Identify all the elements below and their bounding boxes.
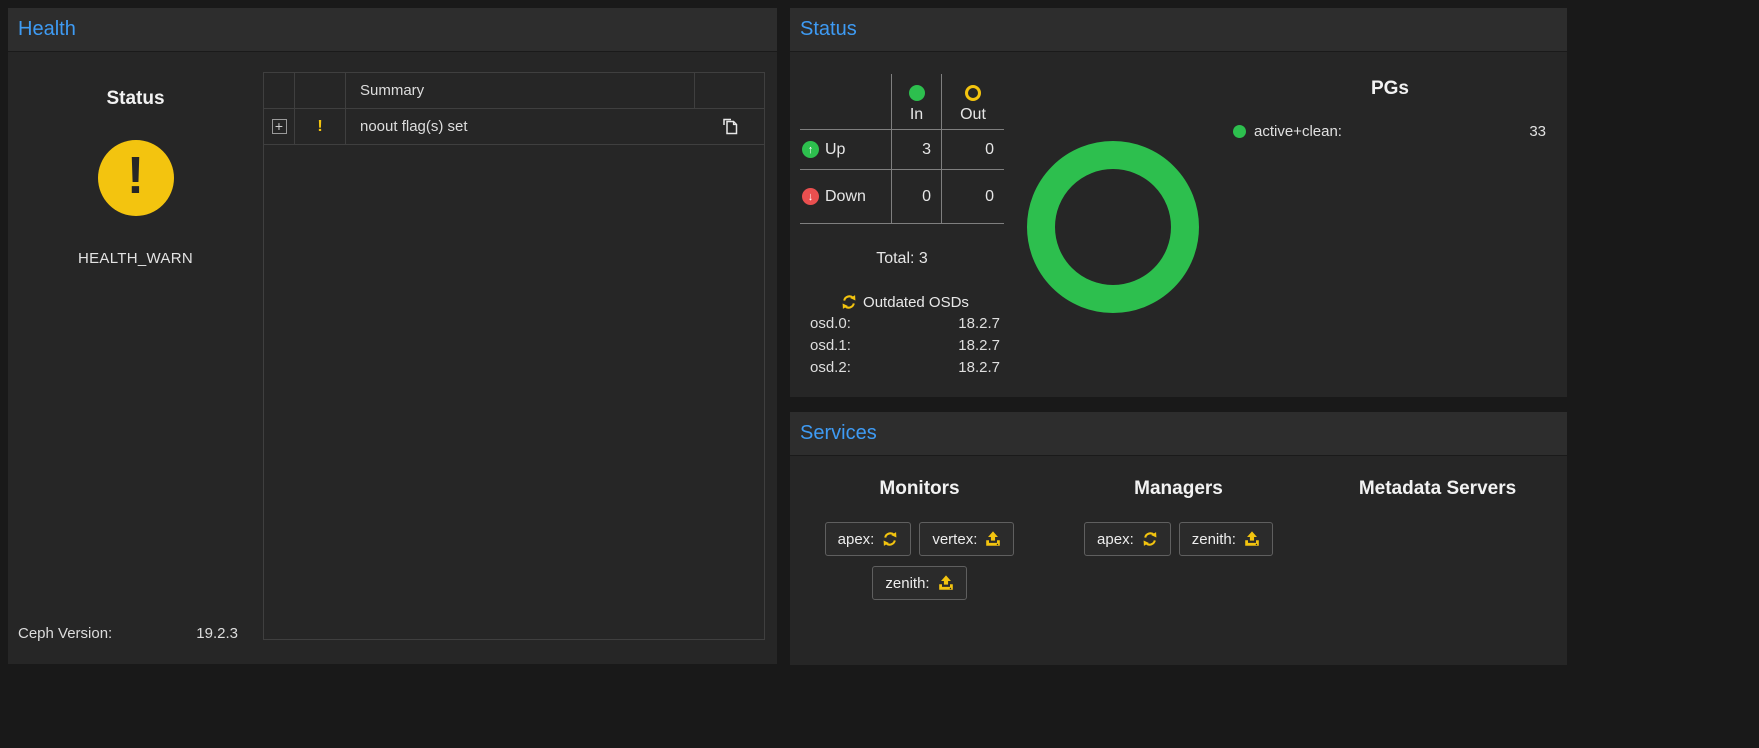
osd-out-header: Out [942,74,1004,130]
arrow-up-circle-icon: ↑ [802,141,819,158]
osd-up-label-cell: ↑ Up [800,130,892,170]
up-label: Up [825,141,845,159]
ceph-dashboard: Health Status ! HEALTH_WARN Ceph Version… [0,0,1759,748]
ceph-version-row: Ceph Version: 19.2.3 [18,625,238,642]
osd-up-in-value: 3 [892,130,942,170]
summary-column-header: Summary [346,73,695,108]
metadata-servers-column: Metadata Servers [1308,456,1567,500]
services-panel-header: Services [790,412,1567,456]
outdated-osds-title: Outdated OSDs [863,294,969,311]
down-label: Down [825,188,866,206]
pgs-title: PGs [1240,78,1540,100]
outdated-osd-row: osd.2: 18.2.7 [810,356,1000,378]
ceph-version-label: Ceph Version: [18,625,112,642]
service-button-mgr-zenith[interactable]: zenith: [1179,522,1273,556]
health-warnings-table: Summary + ! noout flag(s) set [263,72,765,640]
osd-version: 18.2.7 [958,337,1000,354]
metadata-servers-heading: Metadata Servers [1359,478,1516,500]
warning-icon: ! [317,118,322,136]
services-panel: Services Monitors apex: vertex: zenith: [790,412,1567,665]
copy-cell [695,109,764,144]
outdated-osd-row: osd.1: 18.2.7 [810,334,1000,356]
in-header-label: In [910,106,923,124]
summary-header-label: Summary [346,82,424,99]
monitors-button-row: zenith: [872,566,966,600]
expand-cell: + [264,109,295,144]
osd-inout-grid: In Out ↑ Up 3 0 ↓ Down 0 0 [800,74,1004,224]
osd-down-in-value: 0 [892,170,942,224]
monitors-button-row: apex: vertex: [825,522,1015,556]
osd-name: osd.1: [810,337,851,354]
service-button-mon-apex[interactable]: apex: [825,522,912,556]
upload-icon [1244,531,1260,547]
pgs-legend-label: active+clean: [1254,123,1342,140]
copy-icon[interactable] [720,117,740,137]
osd-grid-corner-cell [800,74,892,130]
health-panel-title: Health [18,18,76,41]
outdated-osds-section: Outdated OSDs osd.0: 18.2.7 osd.1: 18.2.… [810,292,1000,378]
health-panel: Health Status ! HEALTH_WARN Ceph Version… [8,8,777,664]
service-button-mgr-apex[interactable]: apex: [1084,522,1171,556]
osd-name: osd.0: [810,315,851,332]
exclamation-glyph: ! [127,150,144,206]
in-dot-icon [909,85,925,101]
managers-heading: Managers [1134,478,1223,500]
osd-up-out-value: 0 [942,130,1004,170]
health-state-value: HEALTH_WARN [8,250,263,267]
out-ring-icon [965,85,981,101]
managers-column: Managers apex: zenith: [1049,456,1308,556]
severity-cell: ! [295,109,346,144]
upload-icon [938,575,954,591]
monitors-column: Monitors apex: vertex: zenith: [790,456,1049,600]
osd-name: osd.2: [810,359,851,376]
pgs-legend-row: active+clean: 33 [1233,120,1546,142]
service-button-mon-vertex[interactable]: vertex: [919,522,1014,556]
upload-icon [985,531,1001,547]
managers-button-row: apex: zenith: [1084,522,1273,556]
services-panel-title: Services [800,422,877,445]
osd-down-label-cell: ↓ Down [800,170,892,224]
service-button-mon-zenith[interactable]: zenith: [872,566,966,600]
status-panel-title: Status [800,18,857,41]
warning-summary-text: noout flag(s) set [346,118,468,135]
legend-dot-icon [1233,125,1246,138]
expand-row-icon[interactable]: + [272,119,287,134]
refresh-icon [841,294,857,310]
summary-cell: noout flag(s) set [346,109,695,144]
osd-total: Total: 3 [800,250,1004,268]
osd-version: 18.2.7 [958,315,1000,332]
warnings-table-header-row: Summary [264,73,764,109]
refresh-icon [882,531,898,547]
severity-column-header [295,73,346,108]
osd-in-header: In [892,74,942,130]
ceph-version-value: 19.2.3 [196,625,238,642]
health-warning-circle-icon: ! [98,140,174,216]
monitors-heading: Monitors [879,478,959,500]
outdated-osd-row: osd.0: 18.2.7 [810,312,1000,334]
health-status-heading: Status [8,88,263,110]
status-panel-header: Status [790,8,1567,52]
refresh-icon [1142,531,1158,547]
osd-down-out-value: 0 [942,170,1004,224]
actions-column-header [695,73,764,108]
status-panel: Status In Out ↑ Up 3 0 ↓ Down 0 [790,8,1567,397]
out-header-label: Out [960,106,986,124]
pgs-donut-chart [1027,141,1199,313]
expand-column-header [264,73,295,108]
warning-table-row[interactable]: + ! noout flag(s) set [264,109,764,145]
outdated-osds-title-row: Outdated OSDs [810,292,1000,312]
pgs-legend-value: 33 [1529,123,1546,140]
health-panel-header: Health [8,8,777,52]
arrow-down-circle-icon: ↓ [802,188,819,205]
health-status-section: Status ! HEALTH_WARN Ceph Version: 19.2.… [8,52,263,664]
osd-version: 18.2.7 [958,359,1000,376]
